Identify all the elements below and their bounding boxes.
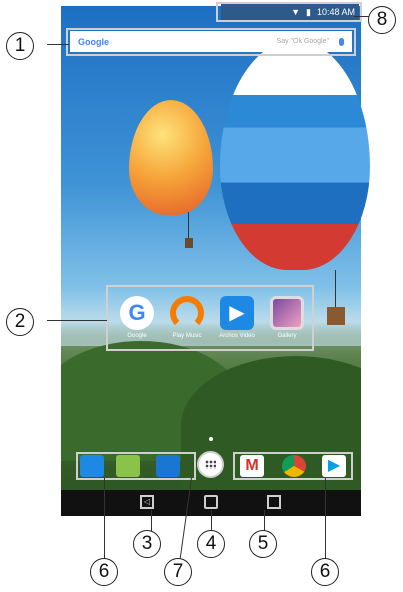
- phone-icon[interactable]: [80, 455, 104, 477]
- search-hint: Say "Ok Google": [276, 38, 329, 45]
- callout-line-2: [47, 320, 107, 321]
- callout-7: 7: [164, 558, 192, 586]
- play-store-icon[interactable]: ▶: [322, 455, 346, 477]
- wifi-icon: ▼: [291, 7, 301, 17]
- home-button[interactable]: [204, 495, 218, 509]
- recent-apps-button[interactable]: [267, 495, 281, 509]
- status-time: 10:48 AM: [316, 7, 355, 17]
- app-label: Google: [127, 333, 147, 339]
- balloon-left-basket: [185, 238, 193, 248]
- callout-line-1: [47, 44, 69, 45]
- google-logo: Google: [78, 36, 109, 47]
- callout-6-right: 6: [311, 558, 339, 586]
- google-icon: G: [120, 296, 154, 330]
- callout-5: 5: [249, 530, 277, 558]
- battery-icon: ▮: [306, 6, 311, 17]
- app-label: Archos Video: [219, 333, 255, 339]
- callout-line-3: [151, 510, 152, 532]
- callout-2: 2: [6, 308, 34, 336]
- callout-line-5: [264, 510, 265, 532]
- app-google[interactable]: G Google: [112, 296, 162, 339]
- back-button[interactable]: ◁: [140, 495, 154, 509]
- google-search-bar[interactable]: Google Say "Ok Google": [70, 31, 352, 52]
- page-indicator-dot: [209, 437, 213, 441]
- headphones-icon: [170, 296, 204, 330]
- app-label: Gallery: [277, 333, 297, 339]
- app-archos-video[interactable]: ▶ Archos Video: [212, 296, 262, 339]
- callout-6-left: 6: [90, 558, 118, 586]
- messaging-icon[interactable]: [116, 455, 140, 477]
- callout-3: 3: [133, 530, 161, 558]
- balloon-right-rope: [335, 270, 336, 308]
- chrome-icon[interactable]: [282, 455, 306, 477]
- app-gallery[interactable]: Gallery: [262, 296, 312, 339]
- callout-4: 4: [197, 530, 225, 558]
- callout-8: 8: [368, 6, 396, 34]
- callout-line-6-right: [325, 478, 326, 560]
- callout-line-6-left: [104, 478, 105, 560]
- apps-grid-icon: [205, 460, 216, 469]
- balloon-left-rope: [188, 212, 189, 238]
- gmail-icon[interactable]: M: [240, 455, 264, 477]
- microphone-icon[interactable]: [339, 37, 344, 46]
- app-label: Play Music: [172, 333, 202, 339]
- video-play-icon: ▶: [220, 296, 254, 330]
- gallery-icon: [270, 296, 304, 330]
- callout-line-4: [211, 510, 212, 532]
- balloon-right-basket: [327, 307, 345, 325]
- callout-1: 1: [6, 32, 34, 60]
- all-apps-button[interactable]: [197, 451, 224, 478]
- status-bar[interactable]: ▼ ▮ 10:48 AM: [221, 4, 359, 20]
- contacts-icon[interactable]: [156, 455, 180, 477]
- app-play-music[interactable]: Play Music: [162, 296, 212, 339]
